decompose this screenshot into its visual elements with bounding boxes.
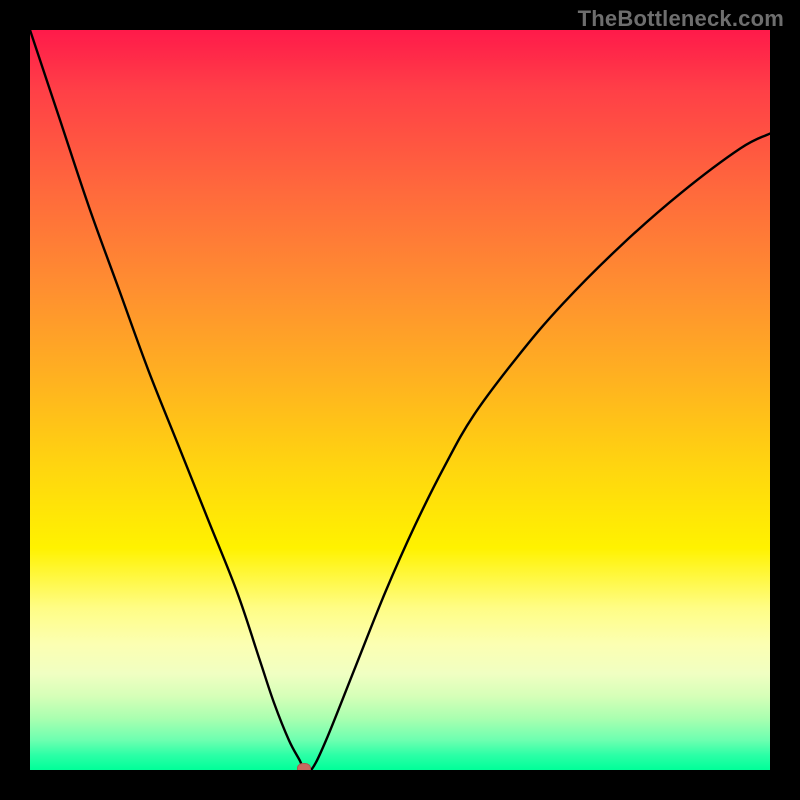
chart-frame: TheBottleneck.com — [0, 0, 800, 800]
bottleneck-curve — [30, 30, 770, 770]
watermark-text: TheBottleneck.com — [578, 6, 784, 32]
plot-area — [30, 30, 770, 770]
minimum-marker-icon — [297, 763, 311, 770]
